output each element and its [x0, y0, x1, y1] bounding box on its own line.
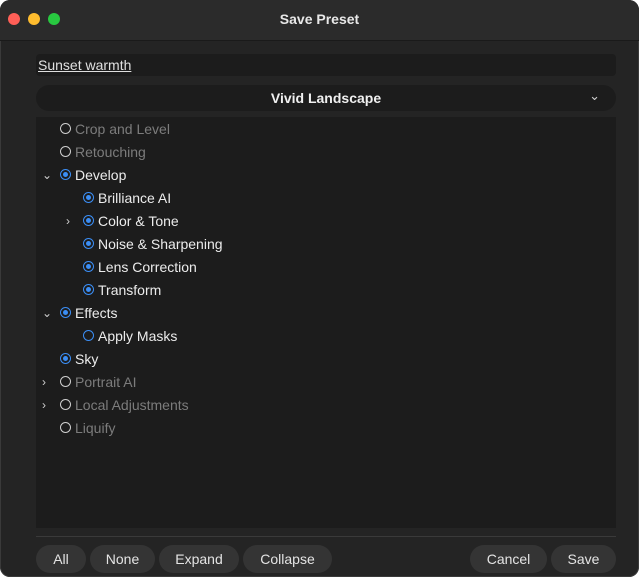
radio-on-icon[interactable] [83, 192, 94, 203]
expand-button[interactable]: Expand [159, 545, 239, 573]
radio-off-icon[interactable] [60, 399, 71, 410]
radio-off-icon[interactable] [60, 146, 71, 157]
select-all-button[interactable]: All [36, 545, 86, 573]
radio-on-icon[interactable] [83, 238, 94, 249]
tree-item-label: Liquify [75, 420, 116, 436]
chevron-down-icon[interactable]: ⌄ [42, 302, 56, 324]
collapse-button[interactable]: Collapse [243, 545, 332, 573]
title-bar: Save Preset [0, 0, 639, 41]
preset-group-select[interactable]: Vivid Landscape ⌄ [36, 85, 616, 111]
radio-on-icon[interactable] [60, 353, 71, 364]
radio-on-icon[interactable] [83, 284, 94, 295]
radio-on-icon[interactable] [60, 307, 71, 318]
save-button[interactable]: Save [551, 545, 616, 573]
radio-off-icon[interactable] [60, 422, 71, 433]
chevron-right-icon[interactable]: › [42, 394, 56, 416]
tree-item-label: Apply Masks [98, 328, 178, 344]
chevron-right-icon[interactable]: › [42, 371, 56, 393]
tree-item-label: Retouching [75, 144, 146, 160]
tree-item-label: Local Adjustments [75, 397, 189, 413]
cancel-button[interactable]: Cancel [470, 545, 547, 573]
settings-tree: Crop and Level Retouching ⌄ Develop Bril… [36, 117, 616, 528]
tree-item-label: Noise & Sharpening [98, 236, 223, 252]
tree-item-label: Effects [75, 305, 118, 321]
radio-on-icon[interactable] [83, 261, 94, 272]
preset-group-select-value: Vivid Landscape [270, 90, 382, 106]
tree-item-label: Portrait AI [75, 374, 137, 390]
tree-item-label: Crop and Level [75, 121, 170, 137]
preset-name-field[interactable]: Sunset warmth [36, 54, 616, 76]
chevron-down-icon: ⌄ [589, 88, 600, 103]
tree-item-label: Transform [98, 282, 162, 298]
radio-on-icon[interactable] [60, 169, 71, 180]
tree-item-label: Sky [75, 351, 99, 367]
chevron-down-icon[interactable]: ⌄ [42, 164, 56, 186]
save-preset-dialog: Save Preset Sunset warmth Vivid Landscap… [0, 0, 639, 577]
radio-off-icon[interactable] [83, 330, 94, 341]
radio-off-icon[interactable] [60, 376, 71, 387]
window-title: Save Preset [279, 11, 360, 27]
tree-item-label: Lens Correction [98, 259, 197, 275]
radio-on-icon[interactable] [83, 215, 94, 226]
tree-item-label: Develop [75, 167, 127, 183]
tree-item-label: Brilliance AI [98, 190, 172, 206]
footer-divider [36, 536, 616, 537]
select-none-button[interactable]: None [90, 545, 155, 573]
tree-item-label: Color & Tone [98, 213, 179, 229]
radio-off-icon[interactable] [60, 123, 71, 134]
chevron-right-icon[interactable]: › [66, 210, 80, 232]
